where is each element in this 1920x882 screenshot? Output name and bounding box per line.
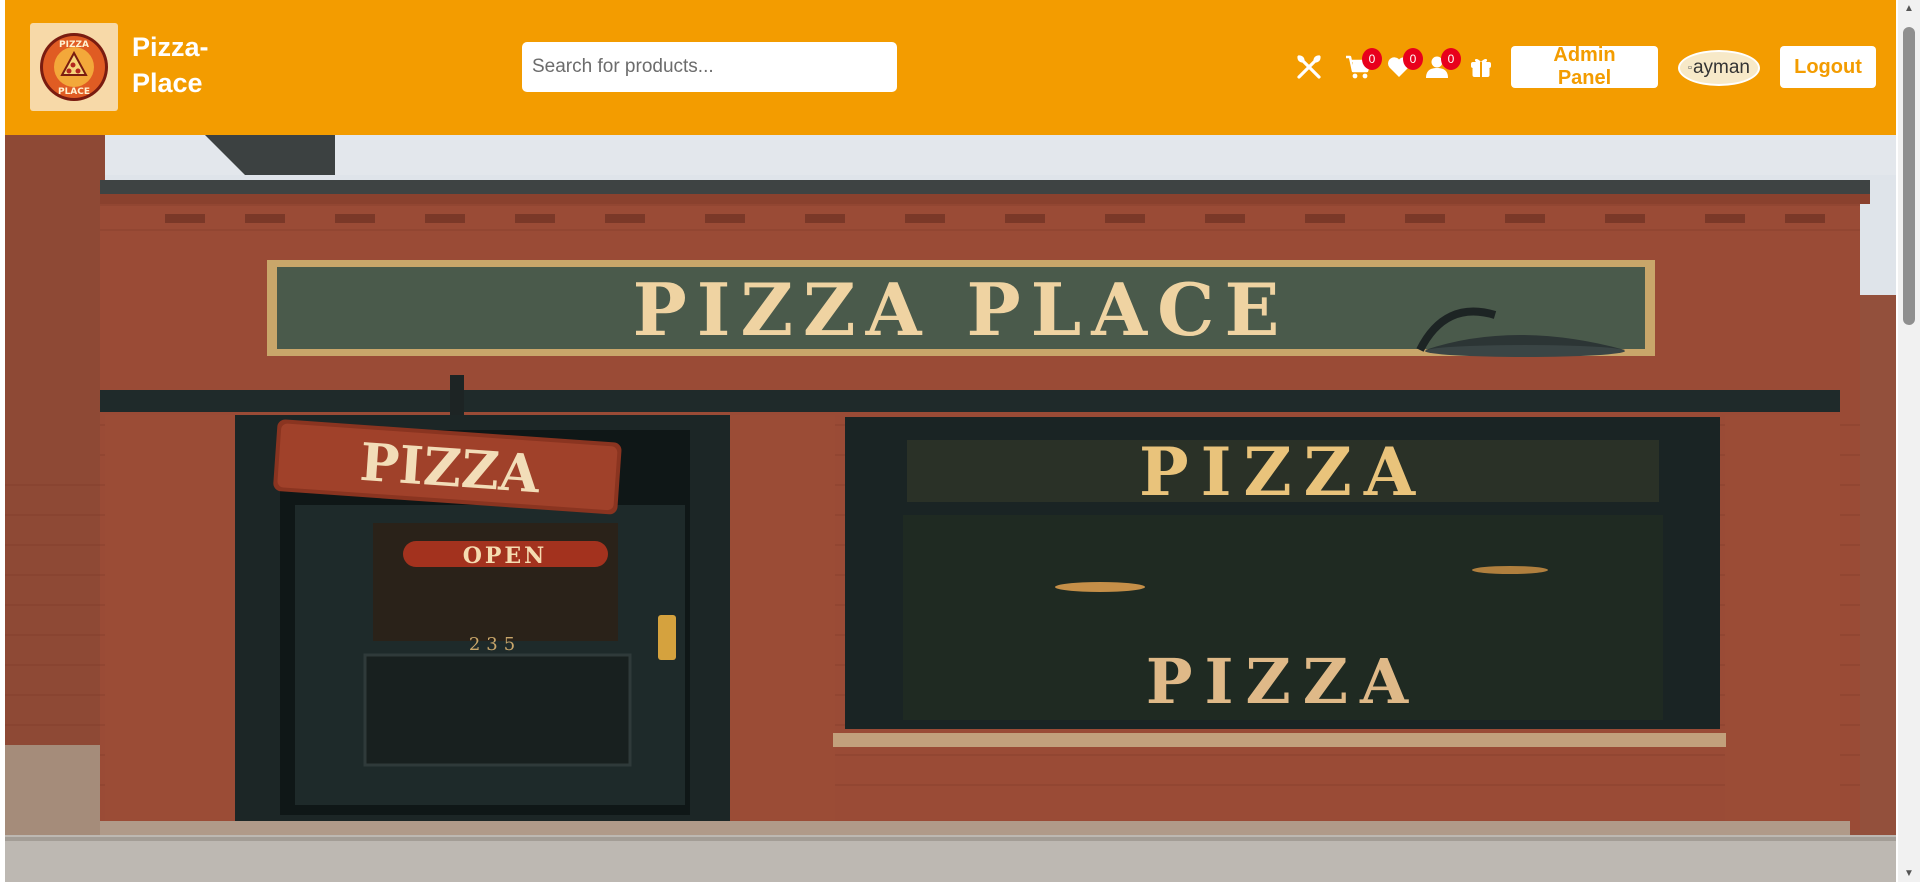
door-number: 235 xyxy=(469,634,521,655)
main-sign-text: PIZZA PLACE xyxy=(633,267,1290,352)
scroll-down-arrow-icon[interactable]: ▼ xyxy=(1898,865,1920,882)
window-bottom-text: PIZZA xyxy=(1146,645,1420,718)
svg-text:PIZZA: PIZZA xyxy=(59,40,89,50)
hero-image: PIZZA PLACE 235 OPEN PIZZA PIZZA PIZZA xyxy=(5,135,1896,882)
user-icon[interactable]: 0 xyxy=(1419,44,1461,90)
gift-icon[interactable] xyxy=(1463,44,1499,90)
brand[interactable]: PIZZA PLACE Pizza-Place xyxy=(30,23,232,111)
storefront-illustration: PIZZA PLACE 235 OPEN PIZZA PIZZA PIZZA xyxy=(5,135,1896,882)
broken-image-icon: ▫ xyxy=(1688,62,1692,74)
svg-text:PLACE: PLACE xyxy=(58,87,90,97)
user-count-badge: 0 xyxy=(1441,48,1461,70)
brand-name[interactable]: Pizza-Place xyxy=(132,29,232,101)
vertical-scrollbar[interactable]: ▲ ▼ xyxy=(1898,0,1920,882)
page: PIZZA PLACE Pizza-Place Search for produ… xyxy=(0,0,1898,882)
search-input[interactable] xyxy=(522,42,897,92)
avatar[interactable]: ▫ ayman xyxy=(1678,50,1760,86)
heart-icon[interactable]: 0 xyxy=(1381,44,1423,90)
pizza-logo[interactable]: PIZZA PLACE xyxy=(30,23,118,111)
cart-count-badge: 0 xyxy=(1362,48,1382,70)
navbar: PIZZA PLACE Pizza-Place Search for produ… xyxy=(5,0,1896,135)
logout-button[interactable]: Logout xyxy=(1780,46,1876,88)
admin-panel-button[interactable]: Admin Panel xyxy=(1511,44,1658,89)
hanging-sign-text: PIZZA xyxy=(358,432,542,505)
scrollbar-thumb[interactable] xyxy=(1903,27,1915,325)
utensils-icon[interactable] xyxy=(1291,44,1327,90)
window-top-text: PIZZA xyxy=(1139,433,1427,511)
avatar-alt-text: ayman xyxy=(1692,57,1750,78)
scroll-up-arrow-icon[interactable]: ▲ xyxy=(1898,0,1920,17)
open-sign-text: OPEN xyxy=(463,543,548,569)
cart-icon[interactable]: 0 xyxy=(1340,44,1382,90)
